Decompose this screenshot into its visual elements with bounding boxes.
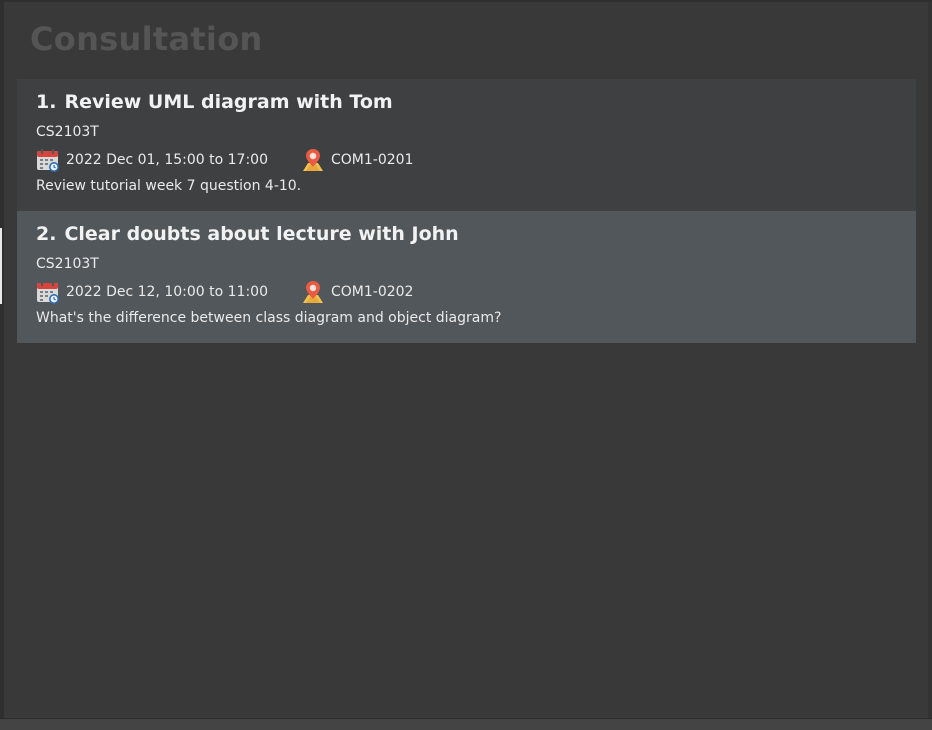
venue: COM1-0201 xyxy=(301,148,413,172)
right-border xyxy=(928,2,932,718)
time-range: 2022 Dec 01, 15:00 to 17:00 xyxy=(36,148,301,172)
resize-handle[interactable] xyxy=(0,228,2,304)
consultation-title: Clear doubts about lecture with John xyxy=(64,223,459,245)
panel-title: Consultation xyxy=(30,20,263,58)
time-text: 2022 Dec 12, 10:00 to 11:00 xyxy=(66,284,268,300)
consultation-description: What's the difference between class diag… xyxy=(36,310,502,326)
left-border xyxy=(0,2,4,720)
calendar-icon xyxy=(37,281,59,304)
consultation-index: 1. xyxy=(36,91,57,113)
consultation-list[interactable]: 1. Review UML diagram with Tom CS2103T 2… xyxy=(17,79,916,343)
consultation-meta: 2022 Dec 12, 10:00 to 11:00 COM1-0202 xyxy=(36,279,897,305)
venue-text: COM1-0202 xyxy=(331,284,414,300)
time-text: 2022 Dec 01, 15:00 to 17:00 xyxy=(66,152,268,168)
consultation-panel: Consultation 1. Review UML diagram with … xyxy=(0,0,932,730)
consultation-description: Review tutorial week 7 question 4-10. xyxy=(36,178,302,194)
consultation-title-row: 2. Clear doubts about lecture with John xyxy=(36,223,897,249)
location-pin-icon xyxy=(303,149,323,171)
venue-text: COM1-0201 xyxy=(331,152,414,168)
consultation-index: 2. xyxy=(36,223,57,245)
bottom-border xyxy=(0,718,932,730)
module-code: CS2103T xyxy=(36,124,99,140)
consultation-card-selected[interactable]: 2. Clear doubts about lecture with John … xyxy=(17,211,916,343)
calendar-icon xyxy=(37,149,59,172)
venue: COM1-0202 xyxy=(301,280,413,304)
consultation-meta: 2022 Dec 01, 15:00 to 17:00 COM1-0201 xyxy=(36,147,897,173)
consultation-title-row: 1. Review UML diagram with Tom xyxy=(36,91,897,117)
consultation-card[interactable]: 1. Review UML diagram with Tom CS2103T 2… xyxy=(17,79,916,211)
consultation-title: Review UML diagram with Tom xyxy=(64,91,393,113)
module-code: CS2103T xyxy=(36,256,99,272)
location-pin-icon xyxy=(303,281,323,303)
time-range: 2022 Dec 12, 10:00 to 11:00 xyxy=(36,280,301,304)
